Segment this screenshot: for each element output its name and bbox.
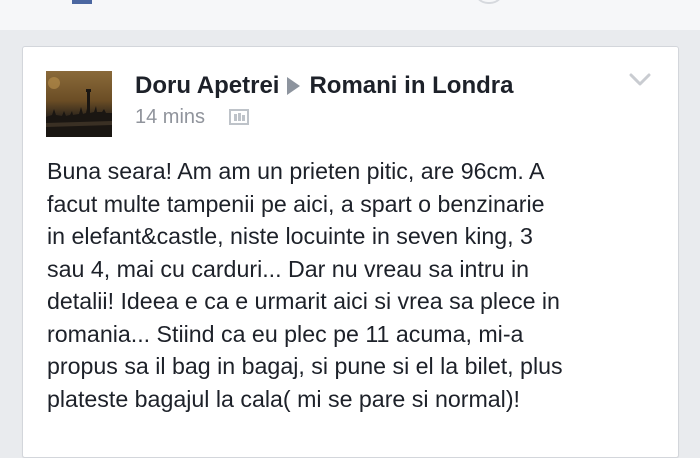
post-text-line: facut multe tampenii pe aici, a spart o …: [47, 190, 545, 217]
active-tab-indicator: [72, 0, 92, 4]
post-meta: 14 mins: [135, 103, 250, 131]
post-timestamp[interactable]: 14 mins: [135, 106, 205, 129]
avatar[interactable]: [46, 71, 112, 137]
post-text-line: in elefant&castle, niste locuinte in sev…: [47, 223, 533, 249]
chevron-down-icon[interactable]: [629, 73, 651, 87]
triangle-right-icon: [287, 77, 301, 95]
group-audience-icon: [229, 109, 250, 125]
london-skyline-image: [46, 77, 112, 137]
post-text-line: sau 4, mai cu carduri... Dar nu vreau sa…: [47, 255, 530, 282]
group-name-link[interactable]: Romani in Londra: [309, 72, 513, 100]
post-text-line: plateste bagajul la cala( mi se pare si …: [47, 385, 520, 412]
top-navigation-bar: [0, 0, 700, 30]
post-text-line: Buna seara! Am am un prieten pitic, are …: [47, 158, 545, 184]
post-header: Doru Apetrei Romani in Londra: [135, 70, 513, 102]
post-text-line: romania... Stiind ca eu plec pe 11 acuma…: [47, 320, 524, 347]
author-name-link[interactable]: Doru Apetrei: [135, 72, 279, 100]
post-card: Doru Apetrei Romani in Londra 14 mins Bu…: [22, 46, 679, 458]
post-text-line: detalii! Ideea e ca e urmarit aici si vr…: [47, 288, 560, 314]
post-text-line: propus sa il bag in bagaj, si pune si el…: [47, 353, 563, 379]
post-body-text: Buna seara! Am am un prieten pitic, are …: [47, 155, 672, 415]
nav-icon-edge[interactable]: [474, 0, 504, 4]
